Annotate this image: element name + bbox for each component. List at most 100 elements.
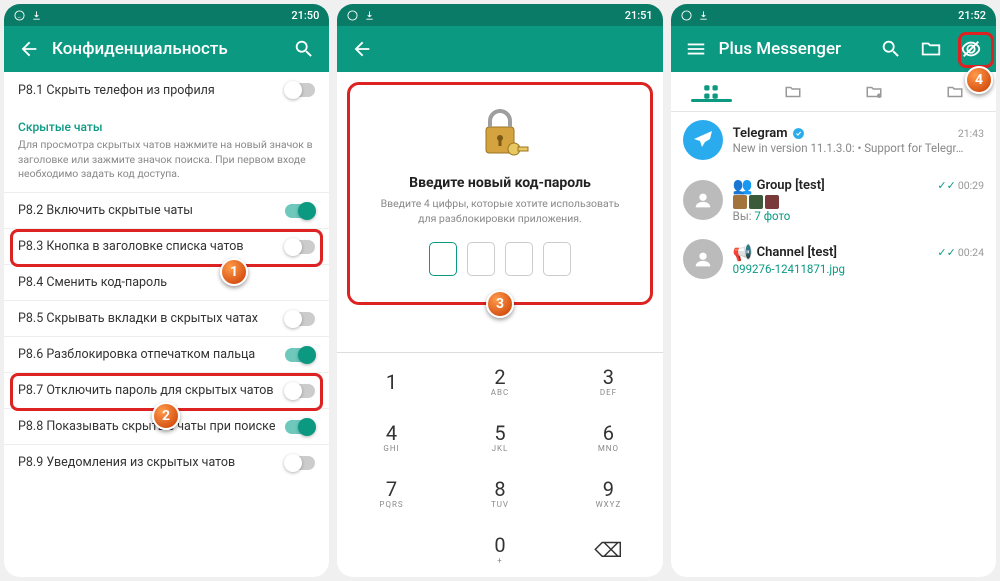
settings-list: P8.1 Скрыть телефон из профиля Скрытые ча… xyxy=(4,72,329,577)
status-time: 21:50 xyxy=(291,9,329,22)
appbar: Конфиденциальность xyxy=(4,26,329,72)
passcode-panel: Введите новый код-пароль Введите 4 цифры… xyxy=(347,82,652,305)
setting-row[interactable]: P8.2 Включить скрытые чаты xyxy=(4,192,329,228)
hidden-chats-button[interactable] xyxy=(952,26,990,72)
setting-row[interactable]: P8.4 Сменить код-пароль xyxy=(4,264,329,300)
read-checks-icon: ✓✓ xyxy=(937,179,955,192)
keypad: 12ABC3DEF 4GHI5JKL6MNO 7PQRS8TUV9WXYZ0+⌫ xyxy=(337,352,662,577)
search-button[interactable] xyxy=(285,26,323,72)
group-icon: 👥 xyxy=(733,176,753,195)
chat-row[interactable]: 📢Channel [test]✓✓00:24 099276-12411871.j… xyxy=(671,231,996,287)
appbar xyxy=(337,26,662,72)
setting-label: P8.5 Скрывать вкладки в скрытых чатах xyxy=(18,311,258,326)
toggle[interactable] xyxy=(285,384,315,398)
chat-message: 099276-12411871.jpg xyxy=(733,262,984,276)
toggle[interactable] xyxy=(285,420,315,434)
tab-folder-1[interactable] xyxy=(752,83,833,101)
keypad-key-8[interactable]: 8TUV xyxy=(446,465,554,521)
setting-label: P8.1 Скрыть телефон из профиля xyxy=(18,83,215,98)
phone-chatlist: 21:52 Plus Messenger Telegram 21:43 New i… xyxy=(671,4,996,577)
setting-row[interactable]: P8.5 Скрывать вкладки в скрытых чатах xyxy=(4,300,329,336)
chat-row[interactable]: 👥 Group [test] ✓✓00:29 Вы: 7 фото xyxy=(671,168,996,231)
folder-button[interactable] xyxy=(912,26,950,72)
section-title: Скрытые чаты xyxy=(4,108,329,136)
whatsapp-icon xyxy=(14,10,25,21)
keypad-key-9[interactable]: 9WXYZ xyxy=(554,465,662,521)
keypad-key-empty xyxy=(337,521,445,577)
chat-name: Telegram xyxy=(733,126,788,141)
badge-1: 1 xyxy=(220,258,248,286)
section-desc: Для просмотра скрытых чатов нажмите на н… xyxy=(4,136,329,192)
back-button[interactable] xyxy=(343,26,381,72)
whatsapp-icon xyxy=(347,10,358,21)
setting-label: P8.2 Включить скрытые чаты xyxy=(18,203,193,218)
keypad-key-3[interactable]: 3DEF xyxy=(554,353,662,409)
search-button[interactable] xyxy=(872,26,910,72)
tab-all[interactable] xyxy=(671,83,752,101)
chat-list: Telegram 21:43 New in version 11.1.3.0: •… xyxy=(671,112,996,287)
toggle[interactable] xyxy=(285,83,315,97)
chat-name: Channel [test] xyxy=(757,245,837,260)
statusbar: 21:52 xyxy=(671,4,996,26)
keypad-key-⌫[interactable]: ⌫ xyxy=(554,521,662,577)
passcode-digits xyxy=(360,242,639,276)
setting-label: P8.3 Кнопка в заголовке списка чатов xyxy=(18,239,244,254)
avatar xyxy=(683,120,723,160)
download-icon xyxy=(31,10,42,21)
avatar xyxy=(683,239,723,279)
keypad-key-4[interactable]: 4GHI xyxy=(337,409,445,465)
keypad-key-2[interactable]: 2ABC xyxy=(446,353,554,409)
keypad-key-6[interactable]: 6MNO xyxy=(554,409,662,465)
page-title: Конфиденциальность xyxy=(48,39,285,59)
chat-time: ✓✓00:29 xyxy=(937,179,984,192)
badge-4: 4 xyxy=(965,66,993,94)
chat-time: ✓✓00:24 xyxy=(937,246,984,259)
statusbar: 21:51 xyxy=(337,4,662,26)
chat-message: New in version 11.1.3.0: • Support for T… xyxy=(733,141,984,155)
digit-input-2[interactable] xyxy=(467,242,495,276)
setting-row[interactable]: P8.3 Кнопка в заголовке списка чатов xyxy=(4,228,329,264)
back-button[interactable] xyxy=(10,26,48,72)
setting-label: P8.7 Отключить пароль для скрытых чатов xyxy=(18,383,274,398)
tab-folder-2[interactable] xyxy=(833,83,914,101)
toggle[interactable] xyxy=(285,348,315,362)
badge-3: 3 xyxy=(486,290,514,318)
download-icon xyxy=(364,10,375,21)
photo-thumbs xyxy=(733,195,984,209)
whatsapp-icon xyxy=(681,10,692,21)
digit-input-1[interactable] xyxy=(429,242,457,276)
chat-name: Group [test] xyxy=(757,178,825,193)
keypad-key-1[interactable]: 1 xyxy=(337,353,445,409)
toggle[interactable] xyxy=(285,240,315,254)
passcode-desc: Введите 4 цифры, которые хотите использо… xyxy=(360,197,639,226)
badge-2: 2 xyxy=(152,402,180,430)
setting-row[interactable]: P8.1 Скрыть телефон из профиля xyxy=(4,72,329,108)
digit-input-4[interactable] xyxy=(543,242,571,276)
keypad-key-7[interactable]: 7PQRS xyxy=(337,465,445,521)
phone-passcode: 21:51 Введите новый код-пароль Введите 4… xyxy=(337,4,662,577)
chat-message: Вы: 7 фото xyxy=(733,195,984,223)
toggle[interactable] xyxy=(285,204,315,218)
avatar xyxy=(683,180,723,220)
setting-label: P8.4 Сменить код-пароль xyxy=(18,275,167,290)
folder-tabs xyxy=(671,72,996,112)
chat-row[interactable]: Telegram 21:43 New in version 11.1.3.0: •… xyxy=(671,112,996,168)
statusbar: 21:50 xyxy=(4,4,329,26)
setting-label: P8.9 Уведомления из скрытых чатов xyxy=(18,455,235,470)
phone-settings: 21:50 Конфиденциальность P8.1 Скрыть тел… xyxy=(4,4,329,577)
chat-time: 21:43 xyxy=(958,127,984,140)
download-icon xyxy=(698,10,709,21)
digit-input-3[interactable] xyxy=(505,242,533,276)
setting-row[interactable]: P8.6 Разблокировка отпечатком пальца xyxy=(4,336,329,372)
menu-button[interactable] xyxy=(677,26,715,72)
status-time: 21:51 xyxy=(625,9,663,22)
setting-row[interactable]: P8.9 Уведомления из скрытых чатов xyxy=(4,444,329,480)
toggle[interactable] xyxy=(285,312,315,326)
read-checks-icon: ✓✓ xyxy=(937,246,955,259)
keypad-key-5[interactable]: 5JKL xyxy=(446,409,554,465)
passcode-title: Введите новый код-пароль xyxy=(360,175,639,191)
toggle[interactable] xyxy=(285,456,315,470)
app-title: Plus Messenger xyxy=(715,39,872,59)
padlock-icon xyxy=(470,103,530,163)
keypad-key-0[interactable]: 0+ xyxy=(446,521,554,577)
